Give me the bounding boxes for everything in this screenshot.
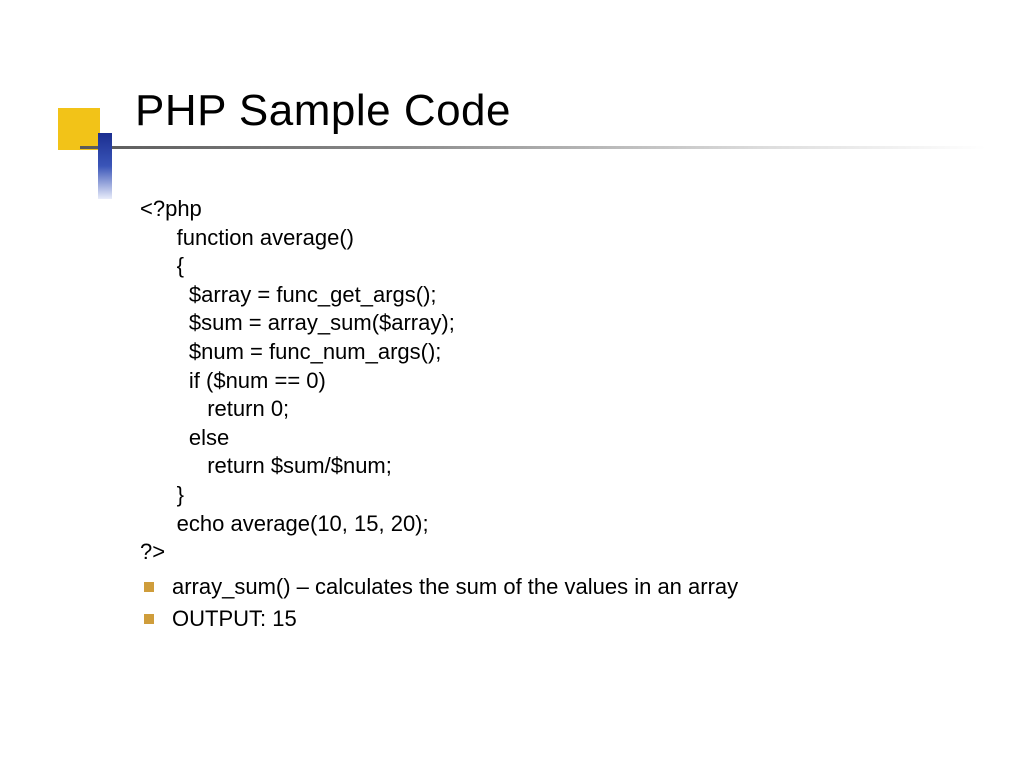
- slide: PHP Sample Code <?php function average()…: [0, 0, 1024, 768]
- bullet-list: array_sum() – calculates the sum of the …: [140, 573, 964, 634]
- slide-title: PHP Sample Code: [135, 86, 511, 136]
- decor-horizontal-line: [80, 146, 986, 149]
- list-item: OUTPUT: 15: [140, 605, 964, 634]
- list-item: array_sum() – calculates the sum of the …: [140, 573, 964, 602]
- decor-bar-blue: [98, 133, 112, 199]
- bullet-text: OUTPUT: 15: [172, 606, 297, 631]
- slide-content: <?php function average() { $array = func…: [140, 195, 964, 638]
- code-block: <?php function average() { $array = func…: [140, 195, 964, 567]
- decor-square-yellow: [58, 108, 100, 150]
- bullet-text: array_sum() – calculates the sum of the …: [172, 574, 738, 599]
